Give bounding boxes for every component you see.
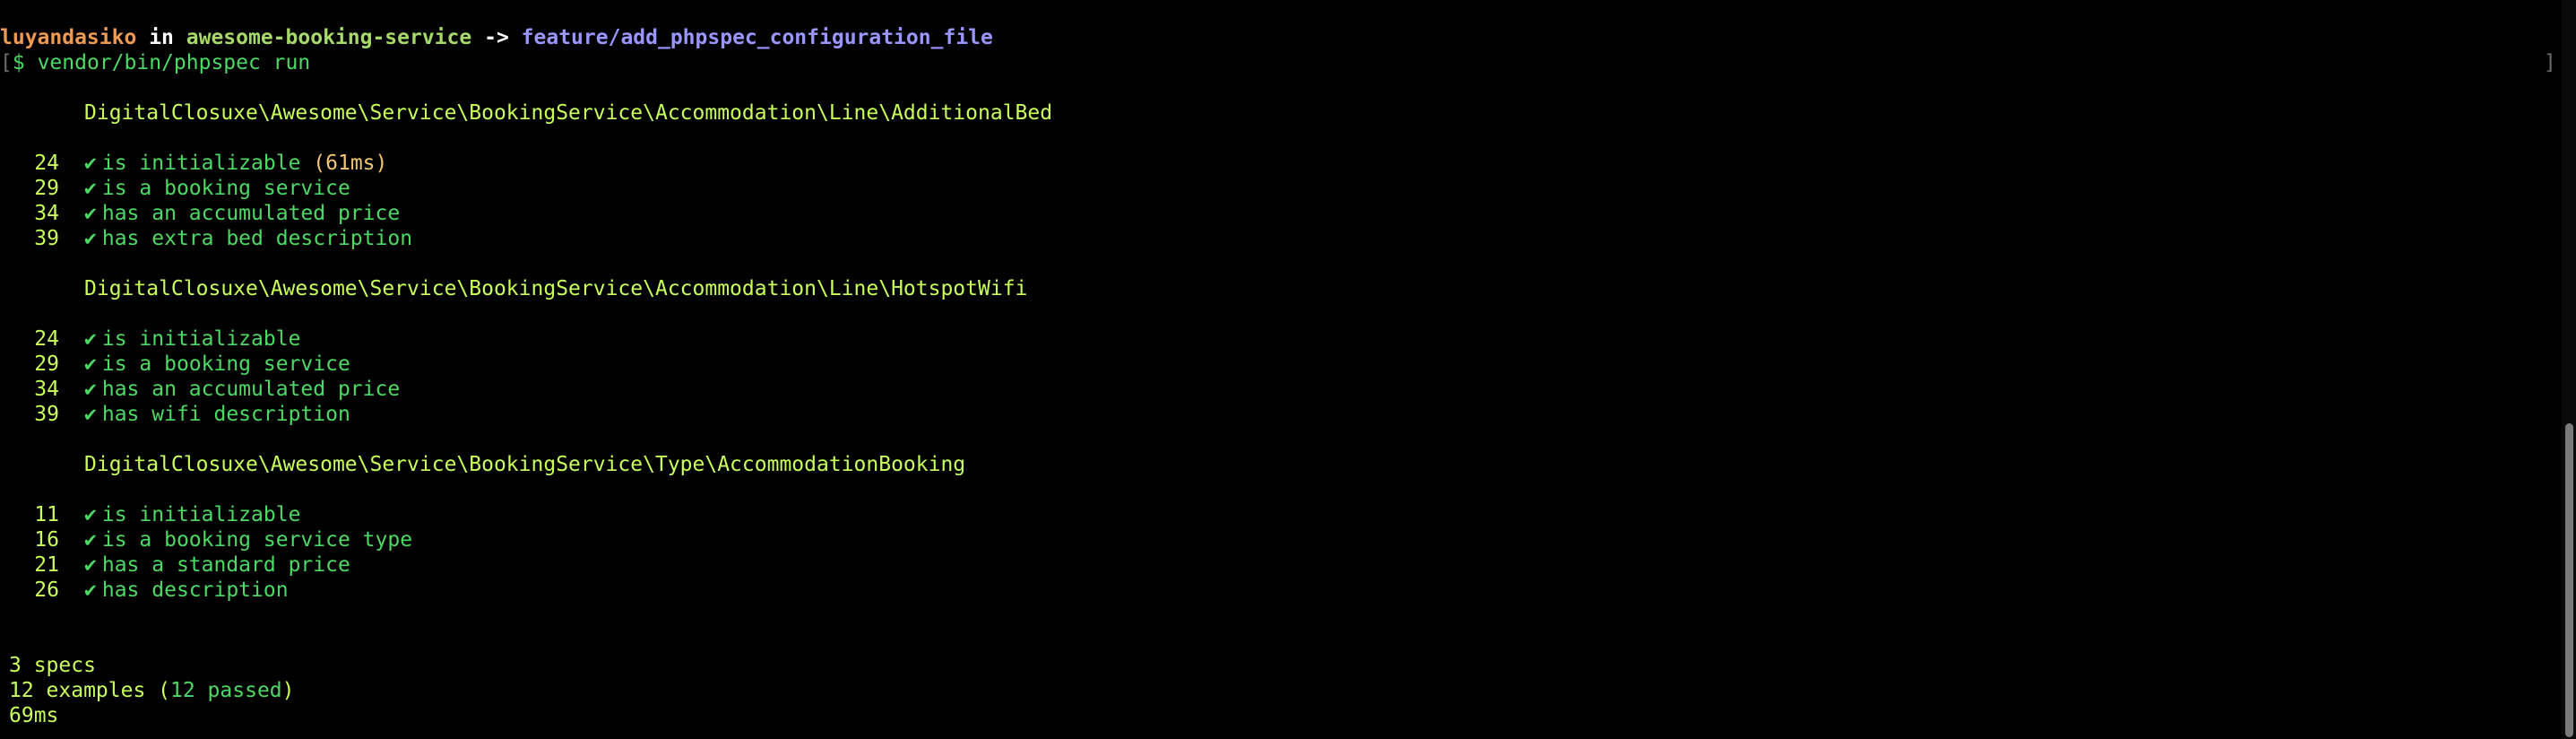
example-row: 29 ✔ is a booking service: [0, 176, 350, 201]
example-row: 39 ✔ has extra bed description: [0, 226, 412, 251]
example-label: has a standard price: [101, 553, 350, 577]
command-prompt-symbol: $: [12, 51, 25, 74]
prompt-directory: awesome-booking-service: [186, 26, 472, 49]
check-icon: ✔: [84, 553, 97, 577]
example-row: 26 ✔ has description: [0, 578, 289, 603]
vertical-scrollbar[interactable]: [2562, 0, 2576, 739]
example-row: 29 ✔ is a booking service: [0, 352, 350, 377]
check-icon: ✔: [84, 578, 97, 602]
summary-duration: 69ms: [9, 704, 59, 727]
example-label: has an accumulated price: [101, 378, 401, 401]
spec-title: DigitalClosuxe\Awesome\Service\BookingSe…: [84, 277, 1028, 300]
example-row: 16 ✔ is a booking service type: [0, 527, 412, 552]
example-line-number: 34: [34, 202, 59, 225]
prompt-in-word: in: [149, 26, 174, 49]
summary-examples: 12 examples (12 passed): [9, 678, 295, 703]
summary-examples-passed: 12 passed: [170, 679, 282, 702]
scrollbar-thumb[interactable]: [2565, 423, 2573, 737]
summary-spec-count: 3 specs: [9, 654, 96, 677]
shell-prompt: luyandasiko in awesome-booking-service -…: [0, 25, 993, 50]
spec-title: DigitalClosuxe\Awesome\Service\BookingSe…: [84, 453, 966, 476]
example-row: 34 ✔ has an accumulated price: [0, 377, 400, 402]
check-icon: ✔: [84, 378, 97, 401]
example-row: 34 ✔ has an accumulated price: [0, 201, 400, 226]
check-icon: ✔: [84, 152, 97, 175]
example-row: 39 ✔ has wifi description: [0, 402, 350, 427]
example-label: is initializable: [101, 327, 301, 351]
summary-examples-prefix: 12 examples (: [9, 679, 171, 702]
example-label: is a booking service: [101, 177, 350, 200]
check-icon: ✔: [84, 177, 97, 200]
example-label: is initializable: [101, 152, 301, 175]
example-label: is initializable: [101, 503, 301, 526]
example-line-number: 24: [34, 327, 59, 351]
check-icon: ✔: [84, 403, 97, 426]
check-icon: ✔: [84, 202, 97, 225]
example-row: 21 ✔ has a standard price: [0, 552, 350, 578]
example-duration: (61ms): [313, 152, 388, 175]
example-label: is a booking service type: [101, 528, 413, 552]
check-icon: ✔: [84, 503, 97, 526]
terminal-window[interactable]: luyandasiko in awesome-booking-service -…: [0, 0, 2576, 739]
spec-title: DigitalClosuxe\Awesome\Service\BookingSe…: [84, 101, 1053, 125]
example-line-number: 39: [34, 227, 59, 250]
example-line-number: 26: [34, 578, 59, 602]
command-text: vendor/bin/phpspec run: [37, 51, 311, 74]
check-icon: ✔: [84, 227, 97, 250]
example-line-number: 39: [34, 403, 59, 426]
example-line-number: 34: [34, 378, 59, 401]
check-icon: ✔: [84, 352, 97, 376]
example-label: has extra bed description: [101, 227, 413, 250]
prompt-arrow: ->: [484, 26, 509, 49]
example-line-number: 21: [34, 553, 59, 577]
summary-examples-suffix: ): [281, 679, 295, 702]
prompt-username: luyandasiko: [0, 26, 137, 49]
example-label: has description: [101, 578, 289, 602]
prompt-git-branch: feature/add_phpspec_configuration_file: [521, 26, 993, 49]
example-line-number: 29: [34, 352, 59, 376]
example-line-number: 11: [34, 503, 59, 526]
example-row: 24 ✔ is initializable (61ms): [0, 151, 387, 176]
example-line-number: 29: [34, 177, 59, 200]
example-label: has an accumulated price: [101, 202, 401, 225]
example-line-number: 24: [34, 152, 59, 175]
example-label: is a booking service: [101, 352, 350, 376]
command-right-bracket: ]: [2544, 51, 2556, 74]
example-row: 11 ✔ is initializable: [0, 502, 300, 527]
example-line-number: 16: [34, 528, 59, 552]
example-label: has wifi description: [101, 403, 350, 426]
check-icon: ✔: [84, 327, 97, 351]
example-row: 24 ✔ is initializable: [0, 326, 300, 352]
command-line[interactable]: $ vendor/bin/phpspec run: [0, 50, 310, 75]
check-icon: ✔: [84, 528, 97, 552]
